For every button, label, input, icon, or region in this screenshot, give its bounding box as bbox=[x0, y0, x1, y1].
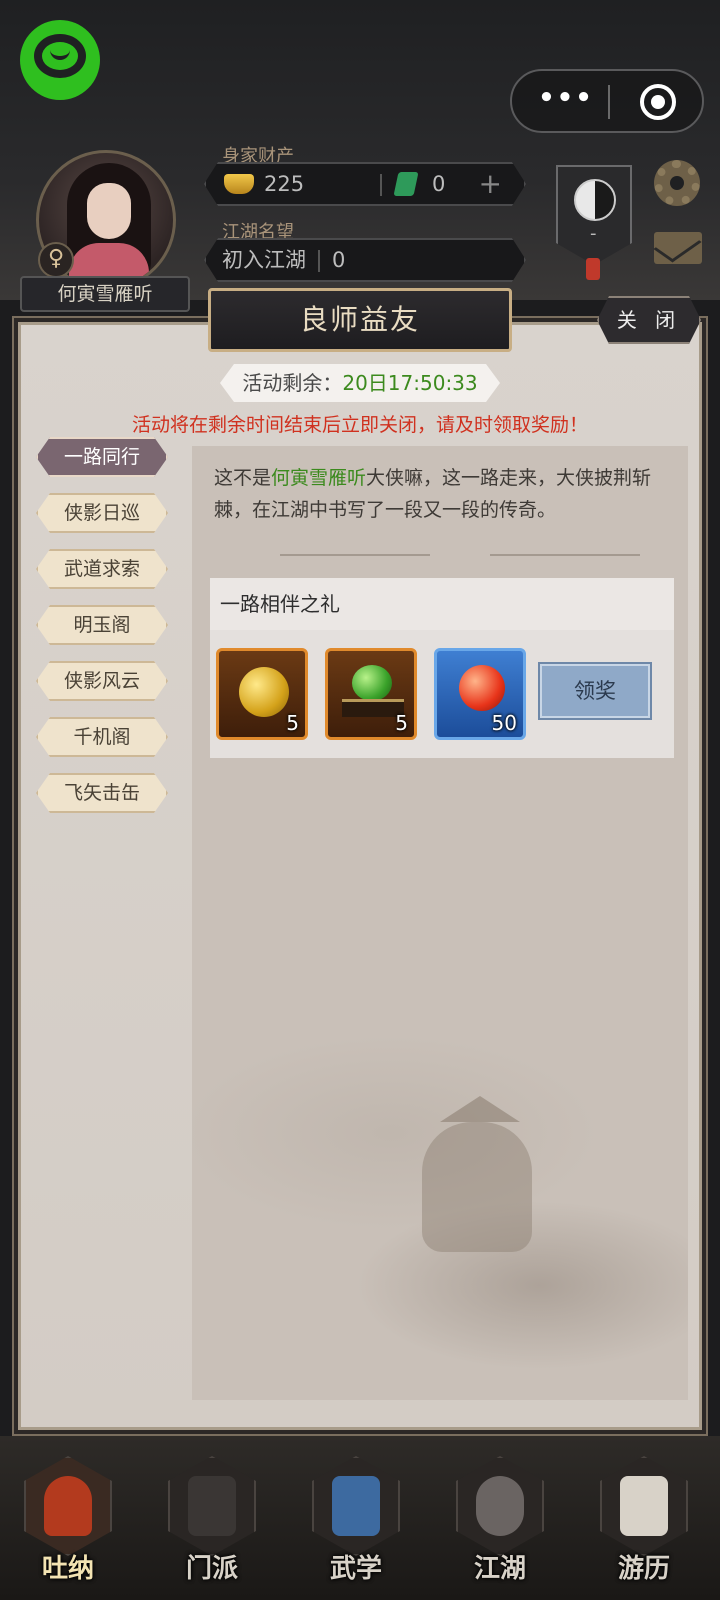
gear-icon[interactable] bbox=[654, 160, 700, 206]
tab-wudao-qiusuo[interactable]: 武道求索 bbox=[36, 549, 168, 589]
gold-orb-icon bbox=[239, 667, 289, 717]
gold-amount: 225 bbox=[264, 172, 305, 196]
timer-value: 20日17:50:33 bbox=[342, 371, 478, 395]
chat-logo-icon bbox=[20, 20, 100, 100]
tassel-ornament bbox=[586, 258, 600, 280]
martial-scroll-icon bbox=[332, 1476, 380, 1536]
green-jade-icon bbox=[352, 665, 392, 701]
gold-ingot-icon bbox=[224, 174, 254, 194]
player-name: 何寅雪雁听 bbox=[20, 276, 190, 312]
tab-content: 这不是何寅雪雁听大侠嘛，这一路走来，大侠披荆斩棘，在江湖中书写了一段又一段的传奇… bbox=[192, 446, 688, 1400]
nav-jianghu[interactable]: 江湖 bbox=[452, 1456, 548, 1596]
nav-menpai[interactable]: 门派 bbox=[164, 1456, 260, 1596]
claim-reward-button[interactable]: 领奖 bbox=[538, 662, 652, 720]
activity-timer: 活动剩余：20日17:50:33 bbox=[220, 364, 500, 402]
close-miniprogram-icon[interactable] bbox=[640, 84, 676, 120]
white-horse-icon bbox=[620, 1476, 668, 1536]
add-currency-icon[interactable]: + bbox=[479, 164, 502, 204]
reputation-value: 0 bbox=[332, 248, 346, 272]
meditation-figure-icon bbox=[44, 1476, 92, 1536]
jade-icon bbox=[393, 172, 418, 196]
sect-badge[interactable]: - bbox=[556, 165, 632, 265]
reputation-rank: 初入江湖 bbox=[222, 248, 306, 272]
divider-ornament-left bbox=[280, 554, 430, 556]
reward-title: 一路相伴之礼 bbox=[210, 578, 674, 630]
bottom-nav: 吐纳 门派 武学 江湖 游历 bbox=[0, 1436, 720, 1600]
reward-item[interactable]: 5 bbox=[325, 648, 417, 740]
reward-item[interactable]: 50 bbox=[434, 648, 526, 740]
sect-value: - bbox=[590, 223, 597, 244]
yinyang-icon bbox=[574, 179, 616, 221]
capsule-divider bbox=[608, 85, 610, 119]
tab-qianji-ge[interactable]: 千机阁 bbox=[36, 717, 168, 757]
reward-item[interactable]: 5 bbox=[216, 648, 308, 740]
tab-xiaying-fengyun[interactable]: 侠影风云 bbox=[36, 661, 168, 701]
intro-text: 这不是何寅雪雁听大侠嘛，这一路走来，大侠披荆斩棘，在江湖中书写了一段又一段的传奇… bbox=[214, 462, 674, 526]
reputation-bar: 初入江湖 0 bbox=[204, 238, 526, 282]
panel-title: 良师益友 bbox=[208, 288, 512, 352]
top-bar: ••• ♀ 何寅雪雁听 身家财产 225 0 + 江湖名望 初入江湖 0 - bbox=[0, 0, 720, 312]
tab-yilu-tongxing[interactable]: 一路同行 bbox=[36, 437, 168, 477]
nav-jianghu-label: 江湖 bbox=[473, 1554, 526, 1584]
tab-mingyu-ge[interactable]: 明玉阁 bbox=[36, 605, 168, 645]
nav-menpai-label: 门派 bbox=[185, 1554, 238, 1584]
jade-amount: 0 bbox=[432, 172, 446, 196]
reward-card: 一路相伴之礼 5 5 50 领奖 bbox=[210, 578, 674, 758]
tab-xiaying-rixun[interactable]: 侠影日巡 bbox=[36, 493, 168, 533]
closing-warning: 活动将在剩余时间结束后立即关闭，请及时领取奖励！ bbox=[131, 414, 588, 436]
wealth-bar: 225 0 + bbox=[204, 162, 526, 206]
mail-icon[interactable] bbox=[654, 232, 702, 264]
mini-program-capsule: ••• bbox=[510, 69, 704, 133]
item-quantity: 50 bbox=[491, 711, 517, 735]
nav-wuxue-label: 武学 bbox=[329, 1554, 382, 1584]
item-quantity: 5 bbox=[395, 711, 408, 735]
nav-youli[interactable]: 游历 bbox=[596, 1456, 692, 1596]
nav-tuna[interactable]: 吐纳 bbox=[20, 1456, 116, 1596]
nav-wuxue[interactable]: 武学 bbox=[308, 1456, 404, 1596]
intro-player-name: 何寅雪雁听 bbox=[271, 467, 367, 489]
item-quantity: 5 bbox=[286, 711, 299, 735]
timer-label: 活动剩余： bbox=[242, 371, 343, 395]
nav-tuna-label: 吐纳 bbox=[41, 1554, 94, 1584]
female-gender-icon: ♀ bbox=[38, 242, 74, 278]
divider-ornament-right bbox=[490, 554, 640, 556]
more-options-icon[interactable]: ••• bbox=[538, 85, 594, 113]
close-button[interactable]: 关 闭 bbox=[597, 296, 701, 344]
swordsman-silhouette bbox=[422, 1122, 532, 1252]
bamboo-hat-icon bbox=[476, 1476, 524, 1536]
red-orb-icon bbox=[459, 665, 505, 711]
nav-youli-label: 游历 bbox=[617, 1554, 670, 1584]
intro-prefix: 这不是 bbox=[214, 467, 272, 489]
tab-feishi-jifou[interactable]: 飞矢击缶 bbox=[36, 773, 168, 813]
sect-gate-icon bbox=[188, 1476, 236, 1536]
